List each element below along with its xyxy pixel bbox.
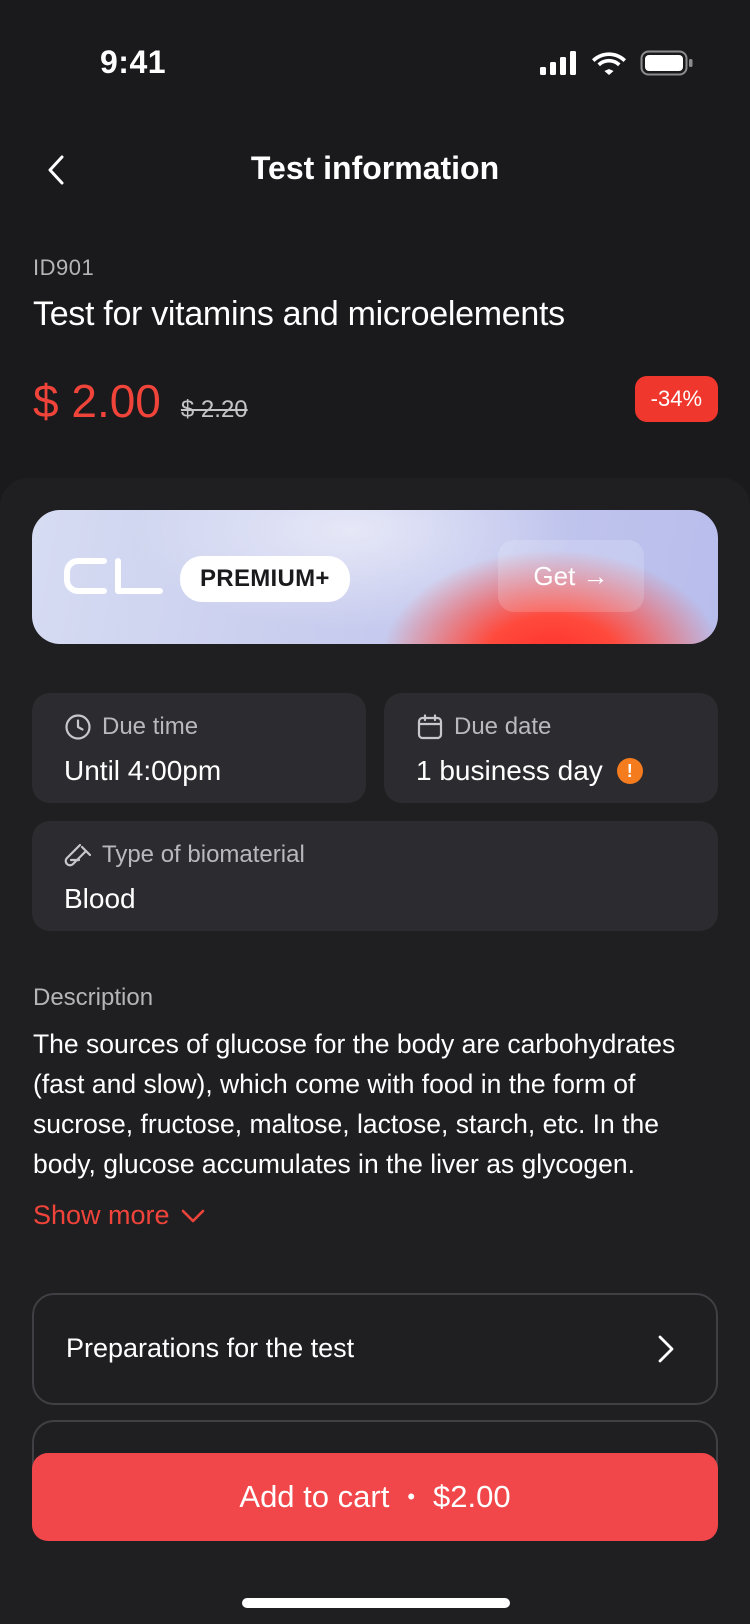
- description-text: The sources of glucose for the body are …: [33, 1029, 676, 1179]
- battery-icon: [640, 50, 693, 76]
- discount-badge: -34%: [634, 376, 718, 422]
- premium-plus-badge: PREMIUM+: [180, 556, 350, 602]
- due-time-label: Due time: [102, 713, 199, 740]
- description-label: Description: [33, 984, 154, 1011]
- cellular-signal-icon: [540, 51, 576, 75]
- due-date-label-row: Due date: [416, 713, 551, 741]
- home-indicator: [242, 1598, 510, 1608]
- biomaterial-label-row: Type of biomaterial: [64, 841, 305, 869]
- status-icons: [540, 50, 694, 76]
- page-title: Test information: [250, 150, 500, 186]
- due-date-value: 1 business day: [416, 755, 603, 786]
- get-premium-button[interactable]: Get →: [498, 540, 644, 612]
- preparations-row[interactable]: Preparations for the test: [32, 1293, 718, 1405]
- biomaterial-card: Type of biomaterial Blood: [32, 821, 718, 931]
- test-id: ID901: [33, 255, 95, 280]
- due-date-card: Due date 1 business day !: [384, 693, 718, 803]
- add-to-cart-label: Add to cart: [239, 1479, 390, 1514]
- current-price: $ 2.00: [33, 375, 161, 427]
- old-price: $ 2.20: [180, 396, 248, 423]
- status-time: 9:41: [100, 44, 167, 80]
- due-date-label: Due date: [454, 713, 552, 740]
- due-date-value-row: 1 business day !: [416, 755, 643, 787]
- due-time-value: Until 4:00pm: [64, 755, 222, 786]
- warning-icon[interactable]: !: [616, 758, 643, 784]
- cl-logo-icon: CL: [64, 558, 163, 594]
- premium-banner[interactable]: CL PREMIUM+ Get →: [32, 510, 718, 644]
- status-bar: 9:41: [0, 0, 750, 100]
- navigation-header: Test information: [0, 130, 750, 210]
- calendar-icon: [417, 714, 443, 740]
- add-to-cart-button[interactable]: Add to cart • $2.00: [32, 1453, 718, 1541]
- show-more-label: Show more: [33, 1200, 170, 1230]
- wifi-icon: [592, 52, 626, 75]
- due-time-label-row: Due time: [64, 713, 198, 741]
- chevron-right-icon: [658, 1335, 674, 1363]
- price-row: $ 2.00 $ 2.20: [33, 374, 248, 428]
- chevron-down-icon: [181, 1209, 204, 1222]
- test-tube-icon: [64, 843, 92, 867]
- biomaterial-value: Blood: [64, 883, 136, 914]
- due-time-card: Due time Until 4:00pm: [32, 693, 366, 803]
- show-more-button[interactable]: Show more: [33, 1200, 206, 1231]
- clock-icon: [65, 714, 91, 740]
- cart-price: $2.00: [433, 1479, 511, 1514]
- cart-separator: •: [407, 1484, 416, 1509]
- preparations-label: Preparations for the test: [66, 1333, 355, 1363]
- biomaterial-label: Type of biomaterial: [102, 841, 305, 868]
- test-name: Test for vitamins and microelements: [33, 295, 565, 333]
